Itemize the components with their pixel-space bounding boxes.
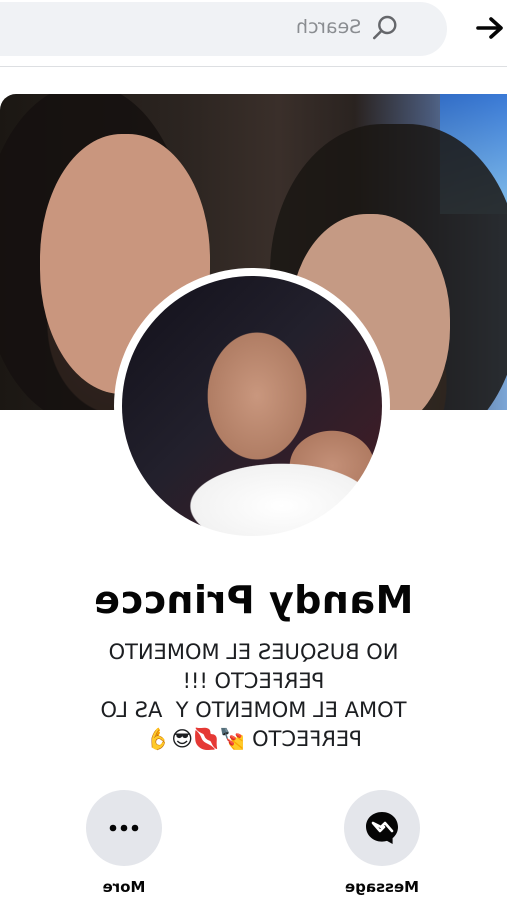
top-bar: Search [0, 0, 507, 66]
profile-name: Mandy Princce [93, 578, 414, 622]
bio-line: TOMA EL MOMENTO Y AS LO [100, 698, 407, 722]
messenger-icon [366, 812, 398, 844]
search-bar[interactable]: Search [0, 2, 447, 56]
more-button[interactable]: More [69, 790, 179, 896]
search-input[interactable]: Search [296, 16, 361, 38]
arrow-right-icon[interactable] [475, 14, 505, 42]
profile-avatar[interactable] [122, 276, 382, 536]
profile-bio: NO BUSQUES EL MOMENTO PERFECTO !!! TOMA … [40, 638, 467, 754]
more-dots-icon [109, 824, 139, 832]
divider [0, 66, 507, 67]
bio-line: NO BUSQUES EL MOMENTO [108, 640, 399, 664]
bio-line: PERFECTO !!! [182, 669, 325, 693]
message-label: Message [345, 878, 419, 896]
message-button[interactable]: Message [327, 790, 437, 896]
bio-line: PERFECTO 💅💋😎👌 [145, 727, 362, 751]
search-icon [372, 15, 397, 40]
more-label: More [102, 878, 146, 896]
